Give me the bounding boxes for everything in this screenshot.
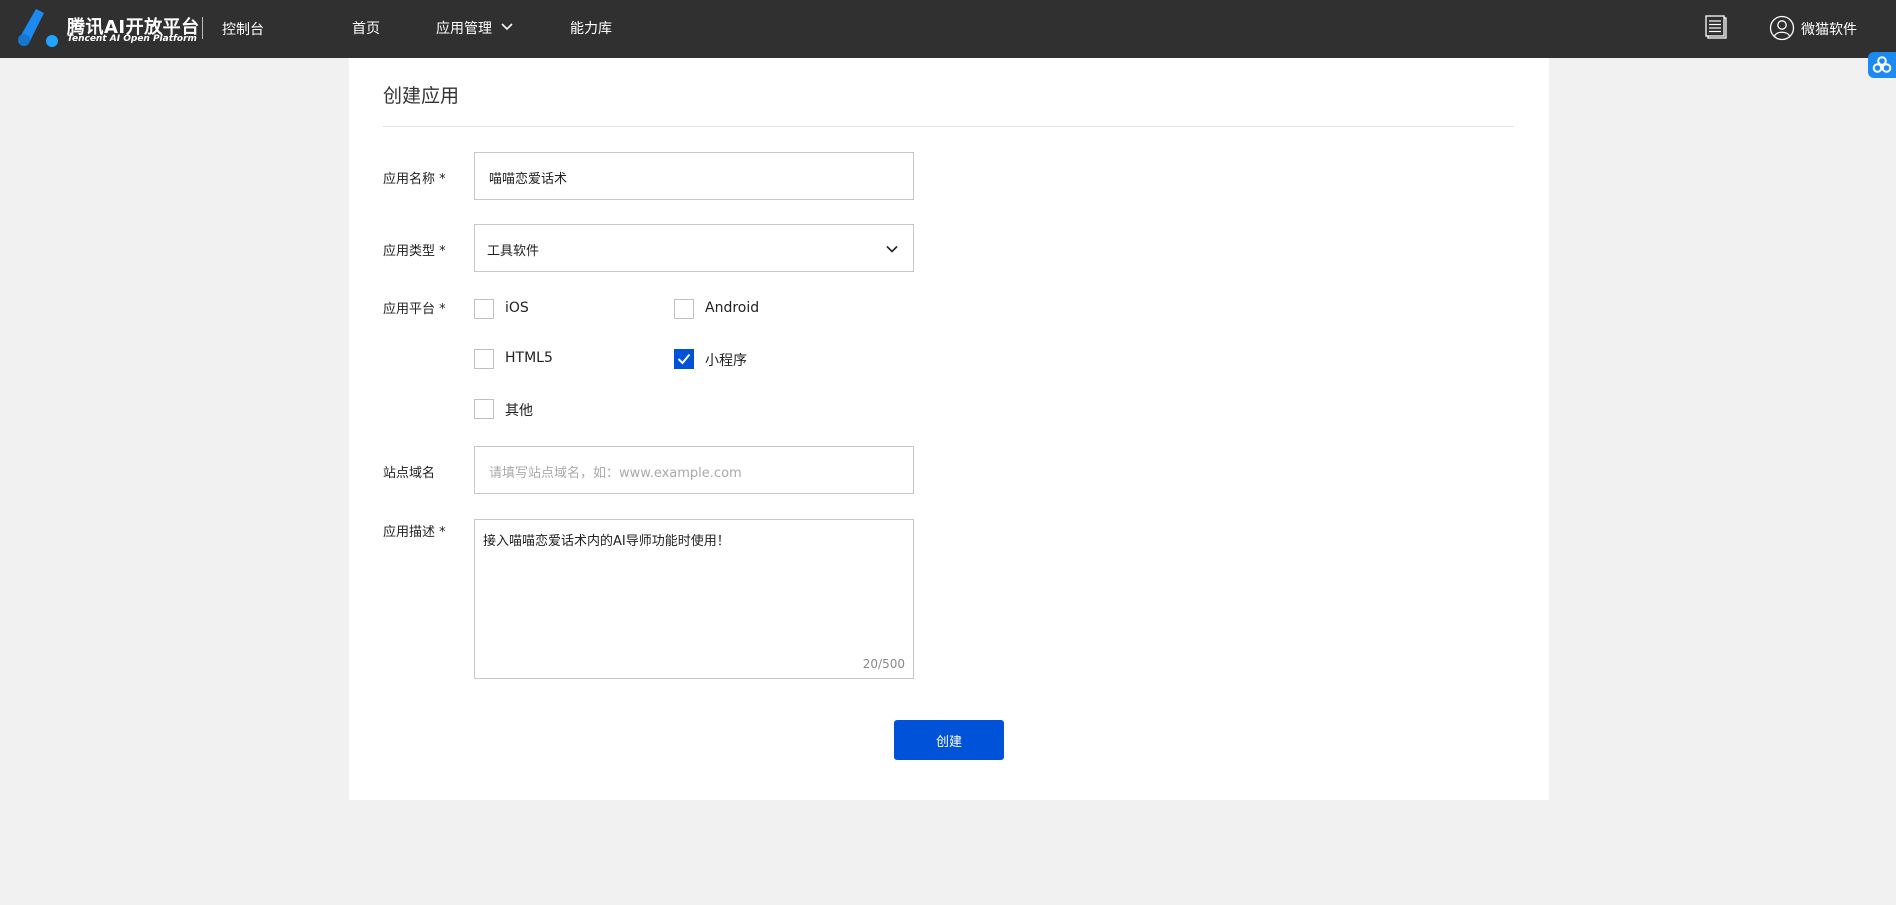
checkbox-ios-label[interactable]: iOS xyxy=(505,300,529,316)
create-app-card: 创建应用 应用名称 * 喵喵恋爱话术 应用类型 * 工具软件 应用平台 * iO… xyxy=(349,58,1549,800)
checkbox-ios[interactable] xyxy=(474,299,494,319)
nav-app-management[interactable]: 应用管理 xyxy=(436,18,492,38)
checkbox-mini-program[interactable] xyxy=(674,349,694,369)
user-name[interactable]: 微猫软件 xyxy=(1801,19,1857,39)
nav-home[interactable]: 首页 xyxy=(352,18,380,38)
site-domain-placeholder: 请填写站点域名，如：www.example.com xyxy=(489,466,742,481)
checkbox-other-label[interactable]: 其他 xyxy=(505,400,533,420)
top-navbar: 腾讯AI开放平台 Tencent AI Open Platform 控制台 首页… xyxy=(0,0,1896,58)
description-label: 应用描述 * xyxy=(383,525,446,540)
app-name-label: 应用名称 * xyxy=(383,172,446,187)
app-name-input[interactable]: 喵喵恋爱话术 xyxy=(474,152,914,200)
app-name-value: 喵喵恋爱话术 xyxy=(489,172,568,187)
cloud-link-icon xyxy=(1872,56,1892,73)
description-textarea[interactable]: 接入喵喵恋爱话术内的AI导师功能时使用！ 20/500 xyxy=(474,519,914,679)
user-avatar-icon[interactable] xyxy=(1769,15,1795,41)
checkbox-mini-program-label[interactable]: 小程序 xyxy=(705,350,747,370)
document-list-icon[interactable] xyxy=(1704,15,1730,41)
console-label[interactable]: 控制台 xyxy=(222,19,264,39)
site-domain-input[interactable]: 请填写站点域名，如：www.example.com xyxy=(474,446,914,494)
description-char-counter: 20/500 xyxy=(862,657,905,671)
checkmark-icon xyxy=(677,353,691,365)
checkbox-html5[interactable] xyxy=(474,349,494,369)
logo-subtitle: Tencent AI Open Platform xyxy=(67,34,197,44)
create-button[interactable]: 创建 xyxy=(894,720,1004,760)
checkbox-android-label[interactable]: Android xyxy=(705,300,759,316)
platform-label: 应用平台 * xyxy=(383,302,446,317)
site-domain-label: 站点域名 xyxy=(383,466,436,481)
chevron-down-icon[interactable] xyxy=(500,20,514,34)
app-type-label: 应用类型 * xyxy=(383,244,446,259)
floating-helper-button[interactable] xyxy=(1868,52,1896,78)
checkbox-android[interactable] xyxy=(674,299,694,319)
app-type-select[interactable]: 工具软件 xyxy=(474,224,914,272)
page-title: 创建应用 xyxy=(383,85,460,107)
checkbox-other[interactable] xyxy=(474,399,494,419)
app-type-selected: 工具软件 xyxy=(487,244,540,259)
tencent-ai-logo-icon[interactable] xyxy=(16,7,64,49)
title-divider xyxy=(383,126,1514,127)
nav-capability-library[interactable]: 能力库 xyxy=(570,18,612,38)
logo-divider xyxy=(202,17,203,39)
checkbox-html5-label[interactable]: HTML5 xyxy=(505,350,553,366)
chevron-down-icon xyxy=(886,245,898,253)
description-value: 接入喵喵恋爱话术内的AI导师功能时使用！ xyxy=(483,534,730,549)
